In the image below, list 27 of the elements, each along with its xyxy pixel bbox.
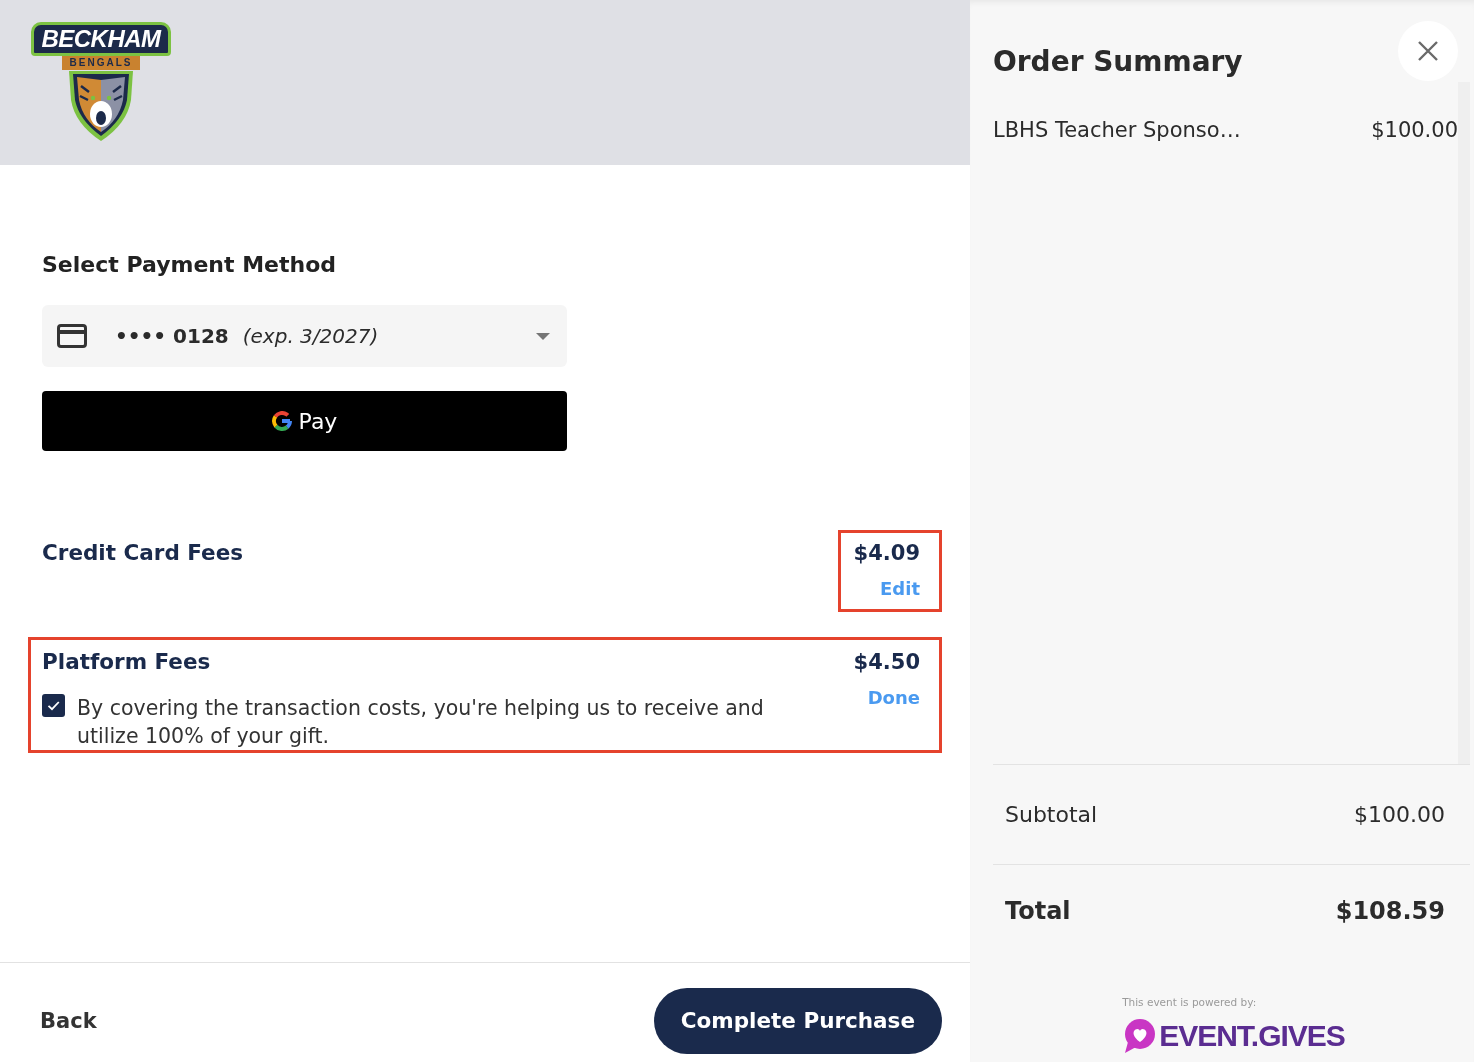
complete-purchase-button[interactable]: Complete Purchase <box>653 987 942 1054</box>
fee-amount: $4.50 <box>853 649 920 676</box>
caret-icon <box>536 332 550 340</box>
item-price: $100.00 <box>1371 117 1458 144</box>
section-title: Select Payment Method <box>42 251 338 279</box>
summary-title: Order Summary <box>993 44 1243 80</box>
total-amount: $108.59 <box>1335 897 1445 925</box>
payment-method-select[interactable]: •••• 0128 (exp. 3/2027) <box>42 305 567 367</box>
credit-card-icon <box>57 324 87 348</box>
powered-by-caption: This event is powered by: <box>1122 995 1257 1009</box>
fee-amount: $4.09 <box>853 540 920 567</box>
back-button[interactable]: Back <box>40 1008 97 1033</box>
close-icon <box>1417 40 1439 62</box>
logo-wordmark: BECKHAM <box>31 22 171 56</box>
subtotal-amount: $100.00 <box>1354 802 1445 827</box>
fee-label: Platform Fees <box>42 648 212 676</box>
brand-wordmark: EVENT.GIVES <box>1159 1019 1345 1053</box>
total-label: Total <box>1005 897 1071 925</box>
heart-chat-bubble-icon <box>1122 1018 1157 1054</box>
subtotal-label: Subtotal <box>1005 802 1098 827</box>
item-name: LBHS Teacher Sponso… <box>993 117 1241 144</box>
gpay-button[interactable]: Pay <box>42 391 567 451</box>
checkbox[interactable] <box>42 694 65 717</box>
logo-subtitle: BENGALS <box>61 56 141 70</box>
fee-label: Credit Card Fees <box>42 539 244 567</box>
g-logo-icon <box>271 411 292 431</box>
cover-costs-text: By covering the transaction costs, you're helping us to receive and utilize 100% of your gift. <box>77 695 765 750</box>
